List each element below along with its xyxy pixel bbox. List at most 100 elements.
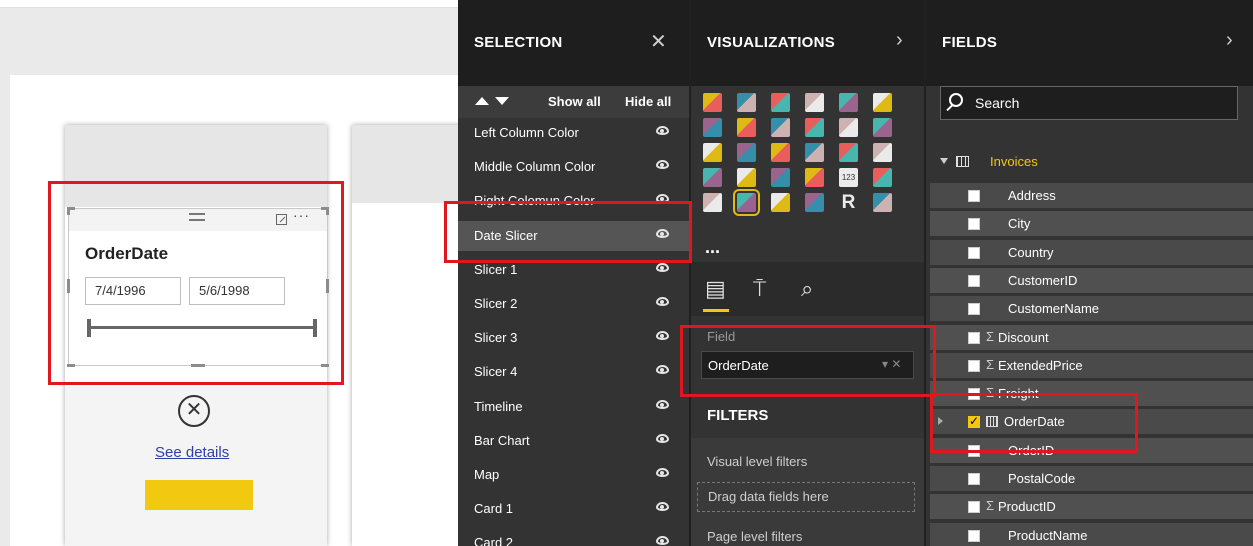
visibility-eye-icon[interactable] xyxy=(656,433,669,443)
stacked-area-icon[interactable] xyxy=(771,118,790,137)
visibility-eye-icon[interactable] xyxy=(656,331,669,341)
field-name: City xyxy=(1008,216,1031,232)
map-icon[interactable] xyxy=(873,143,892,162)
selection-item[interactable]: Slicer 2 xyxy=(458,289,689,319)
field-checkbox[interactable] xyxy=(968,501,980,514)
field-item[interactable]: Σ Discount xyxy=(930,324,1253,351)
field-item[interactable]: CustomerName xyxy=(930,296,1253,323)
visual-level-filters-label: Visual level filters xyxy=(707,454,808,469)
visibility-eye-icon[interactable] xyxy=(656,536,669,546)
selection-item[interactable]: Timeline xyxy=(458,392,689,422)
see-details-link[interactable]: See details xyxy=(155,444,229,461)
selection-item-label: Card 2 xyxy=(474,535,514,546)
matrix-icon[interactable] xyxy=(805,193,824,212)
selection-item-label: Map xyxy=(474,467,500,482)
field-item[interactable]: City xyxy=(930,211,1253,238)
visibility-eye-icon[interactable] xyxy=(656,502,669,512)
visibility-eye-icon[interactable] xyxy=(656,160,669,170)
funnel-icon[interactable] xyxy=(771,168,790,187)
field-item[interactable]: Country xyxy=(930,239,1253,266)
filled-map-icon[interactable] xyxy=(703,168,722,187)
search-icon xyxy=(949,93,963,107)
field-checkbox[interactable] xyxy=(968,529,980,542)
field-item[interactable]: ProductName xyxy=(930,522,1253,546)
field-checkbox[interactable] xyxy=(968,359,980,372)
fields-search-input[interactable]: Search xyxy=(940,86,1238,120)
send-backward-icon[interactable] xyxy=(495,97,509,105)
visibility-eye-icon[interactable] xyxy=(656,365,669,375)
sigma-icon: Σ xyxy=(986,498,995,514)
shape-map-icon[interactable] xyxy=(737,168,756,187)
r-visual-icon[interactable]: R xyxy=(839,193,858,212)
pie-chart-icon[interactable] xyxy=(771,143,790,162)
selection-pane: SELECTION ✕ Show all Hide all Left Colum… xyxy=(458,0,689,546)
scatter-icon[interactable] xyxy=(737,143,756,162)
format-paint-roller-icon[interactable]: ⍑ xyxy=(753,276,766,302)
field-checkbox[interactable] xyxy=(968,218,980,231)
stacked-bar-icon[interactable] xyxy=(703,93,722,112)
field-checkbox[interactable] xyxy=(968,274,980,287)
selection-item[interactable]: Card 2 xyxy=(458,528,689,546)
field-item[interactable]: CustomerID xyxy=(930,267,1253,294)
gauge-icon[interactable] xyxy=(805,168,824,187)
multirow-card-icon[interactable] xyxy=(873,168,892,187)
visibility-eye-icon[interactable] xyxy=(656,399,669,409)
field-checkbox[interactable] xyxy=(968,190,980,202)
drag-fields-dropzone[interactable]: Drag data fields here xyxy=(697,482,915,512)
area-chart-icon[interactable] xyxy=(737,118,756,137)
field-checkbox[interactable] xyxy=(968,331,980,344)
percent-column-icon[interactable] xyxy=(873,93,892,112)
hide-all-button[interactable]: Hide all xyxy=(625,94,671,109)
slicer-icon[interactable] xyxy=(733,189,760,216)
selection-item[interactable]: Left Column Color xyxy=(458,118,689,148)
selection-item-label: Slicer 4 xyxy=(474,364,518,380)
field-checkbox[interactable] xyxy=(968,473,980,485)
line-chart-icon[interactable] xyxy=(703,118,722,137)
line-clustered-icon[interactable] xyxy=(839,118,858,137)
field-item[interactable]: Σ ProductID xyxy=(930,494,1253,521)
selection-item[interactable]: Card 1 xyxy=(458,494,689,524)
treemap-icon[interactable] xyxy=(839,143,858,162)
field-item[interactable]: Σ ExtendedPrice xyxy=(930,352,1253,379)
show-all-button[interactable]: Show all xyxy=(548,94,601,109)
ribbon-chart-icon[interactable] xyxy=(873,118,892,137)
line-column-icon[interactable] xyxy=(805,118,824,137)
expand-visualizations-icon[interactable]: › xyxy=(896,29,903,52)
table-invoices[interactable]: Invoices xyxy=(926,148,1253,176)
clustered-column-icon[interactable] xyxy=(805,93,824,112)
clustered-bar-icon[interactable] xyxy=(771,93,790,112)
table-icon xyxy=(956,156,969,167)
visibility-eye-icon[interactable] xyxy=(656,468,669,477)
table-icon[interactable] xyxy=(771,193,790,212)
stacked-column-icon[interactable] xyxy=(737,93,756,112)
field-checkbox[interactable] xyxy=(968,303,980,316)
field-item[interactable]: Address xyxy=(930,183,1253,209)
selection-item[interactable]: Slicer 3 xyxy=(458,323,689,353)
yellow-action-button[interactable] xyxy=(145,480,253,510)
visibility-eye-icon[interactable] xyxy=(656,262,669,272)
fields-tab-icon[interactable]: ▤ xyxy=(705,276,726,302)
visibility-eye-icon[interactable] xyxy=(656,297,669,306)
selection-item[interactable]: Map xyxy=(458,460,689,490)
bring-forward-icon[interactable] xyxy=(475,97,489,105)
percent-bar-icon[interactable] xyxy=(839,93,858,112)
close-circle-icon[interactable]: ✕ xyxy=(178,395,210,427)
globe-icon[interactable] xyxy=(873,193,892,212)
donut-chart-icon[interactable] xyxy=(805,143,824,162)
visibility-eye-icon[interactable] xyxy=(656,126,669,135)
field-item[interactable]: PostalCode xyxy=(930,466,1253,492)
selection-item[interactable]: Slicer 4 xyxy=(458,357,689,387)
expand-fields-icon[interactable]: › xyxy=(1226,29,1233,52)
selection-item[interactable]: Middle Column Color xyxy=(458,152,689,182)
collapse-table-icon[interactable] xyxy=(940,158,948,164)
more-visuals-icon[interactable]: ... xyxy=(705,237,720,258)
close-selection-icon[interactable]: ✕ xyxy=(650,29,667,54)
search-placeholder: Search xyxy=(975,95,1020,111)
selection-item-label: Middle Column Color xyxy=(474,159,596,175)
field-checkbox[interactable] xyxy=(968,246,980,259)
card-icon[interactable]: 123 xyxy=(839,168,858,187)
waterfall-icon[interactable] xyxy=(703,143,722,162)
selection-item[interactable]: Bar Chart xyxy=(458,426,689,456)
kpi-icon[interactable] xyxy=(703,193,722,212)
analytics-magnifier-icon[interactable]: ⌕ xyxy=(801,276,813,302)
